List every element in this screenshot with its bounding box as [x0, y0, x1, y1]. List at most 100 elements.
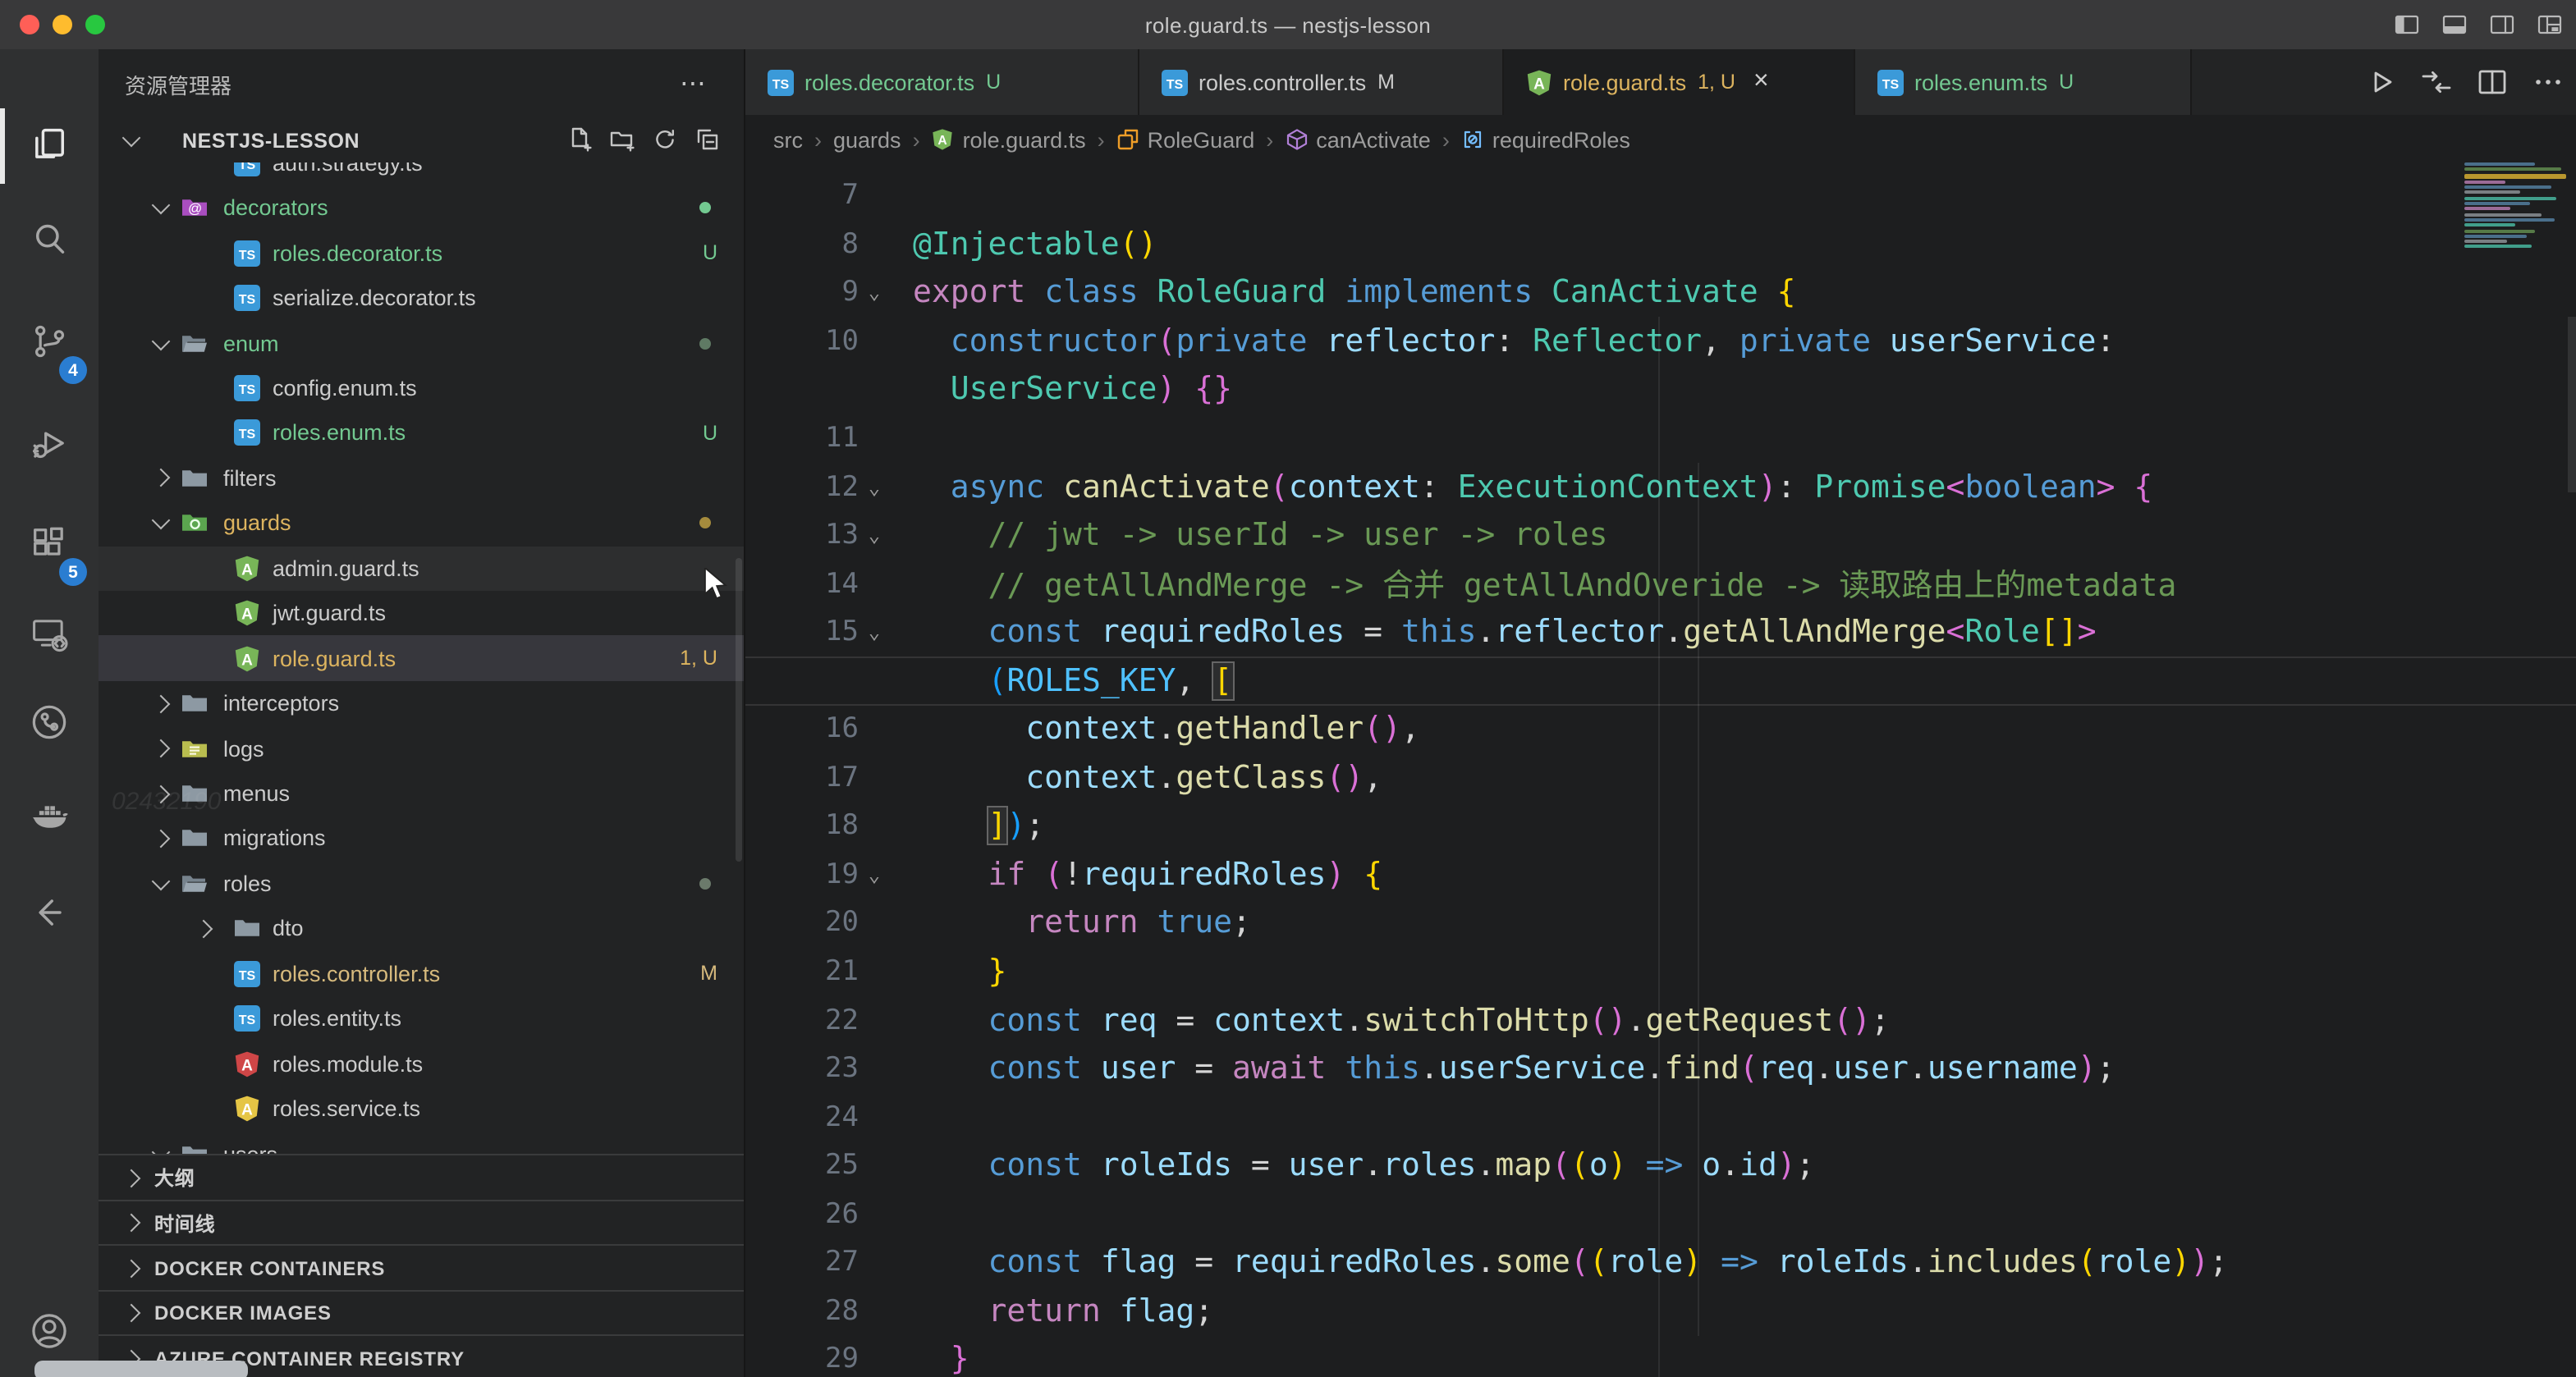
tree-item-admin-guard-ts[interactable]: Aadmin.guard.ts	[99, 546, 744, 591]
tree-item-label: auth.strategy.ts	[273, 162, 423, 176]
breadcrumb-item-canActivate[interactable]: canActivate	[1285, 127, 1431, 152]
code-line-16[interactable]: 16 context.getHandler(),	[745, 705, 2576, 753]
code-line-20[interactable]: 20 return true;	[745, 899, 2576, 947]
sidebar-more-actions-icon[interactable]: ⋯	[680, 67, 708, 100]
code-line-10[interactable]: 10 constructor(private reflector: Reflec…	[745, 317, 2576, 365]
tab-roles-enum-ts[interactable]: TS roles.enum.ts U	[1855, 49, 2192, 115]
ts-icon: TS	[1877, 69, 1904, 96]
git-status-dot	[699, 337, 711, 350]
tab-role-guard-ts[interactable]: Arole.guard.ts 1, U ×	[1504, 49, 1855, 115]
activity-item-run-debug[interactable]	[0, 404, 99, 489]
code-line-25[interactable]: 25 const roleIds = user.roles.map((o) =>…	[745, 1141, 2576, 1190]
layout-sidebar-right-icon[interactable]	[2489, 11, 2515, 38]
code-line-11[interactable]: 11	[745, 414, 2576, 462]
layout-sidebar-left-icon[interactable]	[2394, 11, 2420, 38]
new-folder-icon[interactable]	[609, 126, 635, 153]
code-line-8[interactable]: 8 @Injectable()	[745, 220, 2576, 268]
tree-item-serialize-decorator-ts[interactable]: TS serialize.decorator.ts	[99, 276, 744, 321]
fold-chevron-icon[interactable]: ⌄	[859, 620, 890, 643]
activity-item-files[interactable]	[0, 105, 99, 190]
code-line-27[interactable]: 27 const flag = requiredRoles.some((role…	[745, 1238, 2576, 1287]
code-line-17[interactable]: 17 context.getClass(),	[745, 753, 2576, 802]
sidebar-scrollbar[interactable]	[736, 558, 742, 862]
code-line-12[interactable]: 12 ⌄ async canActivate(context: Execution…	[745, 463, 2576, 511]
code-line-15[interactable]: 15 ⌄ const requiredRoles = this.reflector…	[745, 608, 2576, 656]
code-line-13[interactable]: 13 ⌄ // jwt -> userId -> user -> roles	[745, 511, 2576, 560]
more-icon[interactable]	[2530, 64, 2566, 100]
code-line-21[interactable]: 21 }	[745, 948, 2576, 996]
tree-item-filters[interactable]: filters	[99, 455, 744, 501]
tree-item-roles[interactable]: roles	[99, 861, 744, 906]
panel-2[interactable]: 时间线	[99, 1199, 744, 1246]
panel-label: 大纲	[154, 1167, 195, 1191]
activity-item-remote-explorer[interactable]	[0, 594, 99, 679]
panel-3[interactable]: DOCKER CONTAINERS	[99, 1244, 744, 1291]
tree-item-roles-service-ts[interactable]: Aroles.service.ts	[99, 1087, 744, 1132]
code-line-wrap[interactable]: (ROLES_KEY, [	[745, 656, 2576, 705]
code-line-28[interactable]: 28 return flag;	[745, 1287, 2576, 1335]
breadcrumb-item-requiredRoles[interactable]: requiredRoles	[1461, 127, 1630, 152]
tree-item-roles-entity-ts[interactable]: TS roles.entity.ts	[99, 996, 744, 1041]
layout-panel-bottom-icon[interactable]	[2441, 11, 2468, 38]
code-line-29[interactable]: 29 }	[745, 1335, 2576, 1377]
activity-item-source-control[interactable]: 4	[0, 302, 99, 387]
open-changes-icon[interactable]	[2418, 64, 2455, 100]
fold-chevron-icon[interactable]: ⌄	[859, 475, 890, 498]
activity-item-search[interactable]	[0, 200, 99, 286]
tree-item-logs[interactable]: logs	[99, 726, 744, 771]
breadcrumb-item-RoleGuard[interactable]: RoleGuard	[1116, 127, 1254, 152]
tree-item-roles-controller-ts[interactable]: TS roles.controller.ts M	[99, 951, 744, 996]
code-line-9[interactable]: 9 ⌄ export class RoleGuard implements CanA…	[745, 268, 2576, 317]
panel-1[interactable]: 大纲	[99, 1154, 744, 1201]
tree-item-enum[interactable]: enum	[99, 321, 744, 366]
tree-item-guards[interactable]: guards	[99, 501, 744, 546]
tree-item-roles-enum-ts[interactable]: TS roles.enum.ts U	[99, 410, 744, 455]
code-line-23[interactable]: 23 const user = await this.userService.f…	[745, 1045, 2576, 1093]
tree-item-decorators[interactable]: @ decorators	[99, 185, 744, 231]
editor-scrollbar[interactable]	[2568, 317, 2576, 492]
tree-item-config-enum-ts[interactable]: TS config.enum.ts	[99, 366, 744, 411]
code-line-22[interactable]: 22 const req = context.switchToHttp().ge…	[745, 996, 2576, 1045]
explorer-section-header[interactable]: NESTJS-LESSON	[99, 118, 744, 162]
tree-item-users[interactable]: users	[99, 1132, 744, 1154]
code-line-24[interactable]: 24	[745, 1093, 2576, 1141]
minimap[interactable]	[2464, 162, 2566, 251]
breadcrumb-item-src[interactable]: src	[773, 127, 803, 152]
code-area[interactable]: 7 8 @Injectable() 9 ⌄ export class RoleGuard …	[745, 164, 2576, 1377]
new-file-icon[interactable]	[566, 126, 593, 153]
code-line-wrap[interactable]: UserService) {}	[745, 365, 2576, 414]
breadcrumb-item-guards[interactable]: guards	[833, 127, 901, 152]
refresh-icon[interactable]	[652, 126, 678, 153]
activity-item-extensions[interactable]: 5	[0, 504, 99, 589]
activity-item-arrow-left[interactable]	[0, 873, 99, 958]
tree-item-jwt-guard-ts[interactable]: Ajwt.guard.ts	[99, 591, 744, 636]
close-icon[interactable]: ×	[1753, 67, 1769, 97]
tab-git-badge: U	[986, 71, 1002, 94]
code-line-14[interactable]: 14 // getAllAndMerge -> 合并 getAllAndOver…	[745, 560, 2576, 608]
split-editor-icon[interactable]	[2474, 64, 2510, 100]
tree-item-roles-decorator-ts[interactable]: TS roles.decorator.ts U	[99, 231, 744, 276]
tree-item-migrations[interactable]: migrations	[99, 817, 744, 862]
tree-item-roles-module-ts[interactable]: Aroles.module.ts	[99, 1041, 744, 1087]
fold-chevron-icon[interactable]: ⌄	[859, 281, 890, 304]
layout-customize-icon[interactable]	[2537, 11, 2563, 38]
tab-roles-decorator-ts[interactable]: TS roles.decorator.ts U	[745, 49, 1139, 115]
tree-item-interceptors[interactable]: interceptors	[99, 681, 744, 726]
panel-4[interactable]: DOCKER IMAGES	[99, 1289, 744, 1336]
code-line-26[interactable]: 26	[745, 1190, 2576, 1238]
run-icon[interactable]	[2363, 64, 2399, 100]
tree-item-dto[interactable]: dto	[99, 906, 744, 951]
folder-icon	[181, 689, 209, 717]
code-line-7[interactable]: 7	[745, 172, 2576, 220]
fold-chevron-icon[interactable]: ⌄	[859, 863, 890, 886]
tab-roles-controller-ts[interactable]: TS roles.controller.ts M	[1139, 49, 1504, 115]
fold-chevron-icon[interactable]: ⌄	[859, 524, 890, 547]
collapse-all-icon[interactable]	[694, 126, 721, 153]
breadcrumb-item-role-guard-ts[interactable]: Arole.guard.ts	[932, 127, 1086, 152]
activity-item-docker[interactable]	[0, 778, 99, 863]
activity-item-gitlens[interactable]	[0, 683, 99, 768]
tree-item-auth-strategy-ts[interactable]: TS auth.strategy.ts	[99, 162, 744, 185]
tree-item-role-guard-ts[interactable]: Arole.guard.ts 1, U	[99, 635, 744, 681]
code-line-19[interactable]: 19 ⌄ if (!requiredRoles) {	[745, 850, 2576, 899]
code-line-18[interactable]: 18 ]);	[745, 802, 2576, 850]
